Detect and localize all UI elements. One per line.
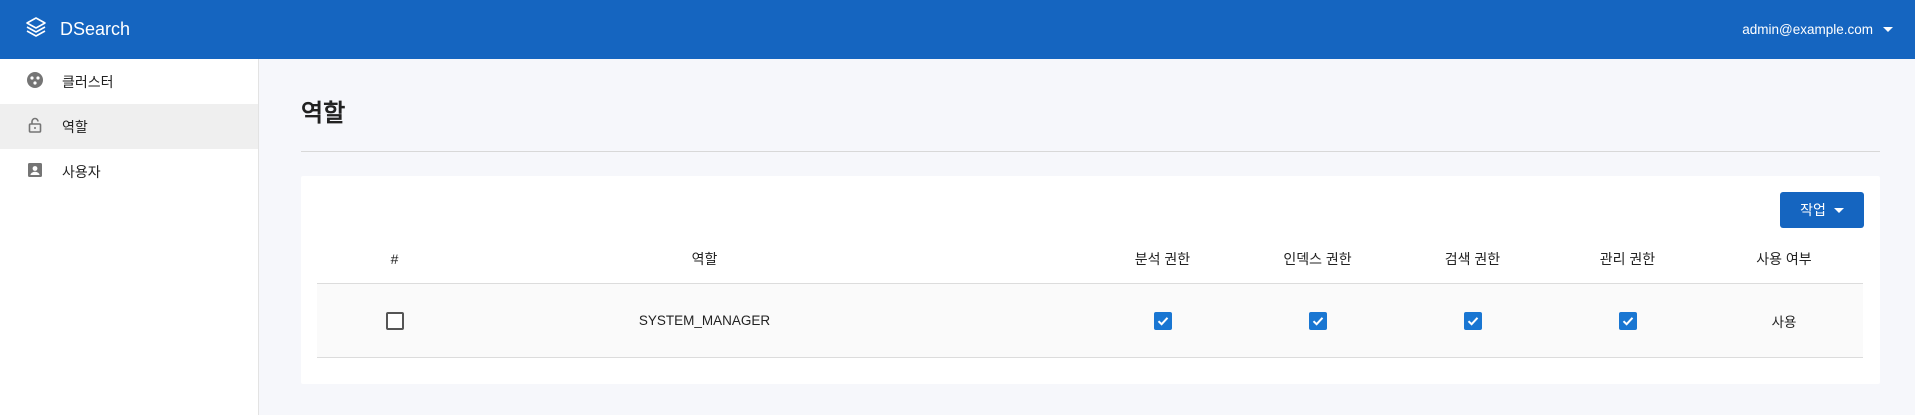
chevron-down-icon — [1883, 27, 1893, 32]
manage-permission-checkbox[interactable] — [1618, 311, 1637, 330]
divider — [301, 151, 1880, 152]
usage-cell: 사용 — [1771, 314, 1797, 330]
index-permission-cell — [1240, 284, 1395, 357]
check-icon — [1622, 316, 1633, 326]
analysis-permission-checkbox[interactable] — [1153, 311, 1172, 330]
column-header-number: # — [390, 250, 399, 267]
analysis-permission-cell — [1085, 284, 1240, 357]
chevron-down-icon — [1833, 207, 1844, 213]
check-icon — [1157, 316, 1168, 326]
sidebar-item-label: 사용자 — [62, 163, 101, 180]
column-header-search: 검색 권한 — [1444, 250, 1501, 267]
table-header: # 역할 분석 권한 인덱스 권한 검색 권한 관리 권한 사용 여부 — [317, 234, 1863, 284]
sidebar-item-label: 클러스터 — [62, 73, 114, 90]
column-header-role: 역할 — [691, 250, 718, 267]
action-button-label: 작업 — [1800, 202, 1826, 218]
lock-icon — [26, 116, 44, 137]
user-email: admin@example.com — [1742, 22, 1873, 37]
column-header-index: 인덱스 권한 — [1283, 250, 1352, 267]
top-app-bar: DSearch admin@example.com — [0, 0, 1915, 59]
column-header-usage: 사용 여부 — [1756, 250, 1812, 267]
search-permission-checkbox[interactable] — [1463, 311, 1482, 330]
sidebar-item-roles[interactable]: 역할 — [0, 104, 258, 149]
user-menu[interactable]: admin@example.com — [1742, 0, 1893, 59]
roles-table: # 역할 분석 권한 인덱스 권한 검색 권한 관리 권한 사용 여부 SYST… — [317, 234, 1863, 358]
main-content: 역할 작업 # 역할 분석 권한 인덱스 권한 검색 권한 관리 권한 사용 여… — [260, 59, 1915, 415]
sidebar-item-label: 역할 — [62, 118, 88, 135]
sidebar-item-cluster[interactable]: 클러스터 — [0, 59, 258, 104]
roles-card: 작업 # 역할 분석 권한 인덱스 권한 검색 권한 관리 권한 사용 여부 S… — [301, 176, 1880, 384]
action-menu-button[interactable]: 작업 — [1780, 192, 1864, 228]
role-name-cell: SYSTEM_MANAGER — [638, 313, 771, 328]
column-header-analysis: 분석 권한 — [1134, 250, 1191, 267]
brand-title: DSearch — [60, 19, 131, 39]
brand[interactable]: DSearch — [24, 15, 130, 44]
cluster-icon — [26, 71, 44, 92]
table-row[interactable]: SYSTEM_MANAGER 사용 — [317, 284, 1863, 358]
sidebar-item-users[interactable]: 사용자 — [0, 149, 258, 194]
column-header-manage: 관리 권한 — [1599, 250, 1656, 267]
row-select-cell — [317, 284, 472, 357]
row-select-checkbox[interactable] — [385, 311, 404, 330]
manage-permission-cell — [1550, 284, 1705, 357]
sidebar: 클러스터 역할 사용자 — [0, 59, 259, 415]
check-icon — [1467, 316, 1478, 326]
search-permission-cell — [1395, 284, 1550, 357]
layers-icon — [24, 15, 48, 44]
index-permission-checkbox[interactable] — [1308, 311, 1327, 330]
page-title: 역할 — [301, 100, 346, 127]
check-icon — [1312, 316, 1323, 326]
user-icon — [26, 161, 44, 182]
